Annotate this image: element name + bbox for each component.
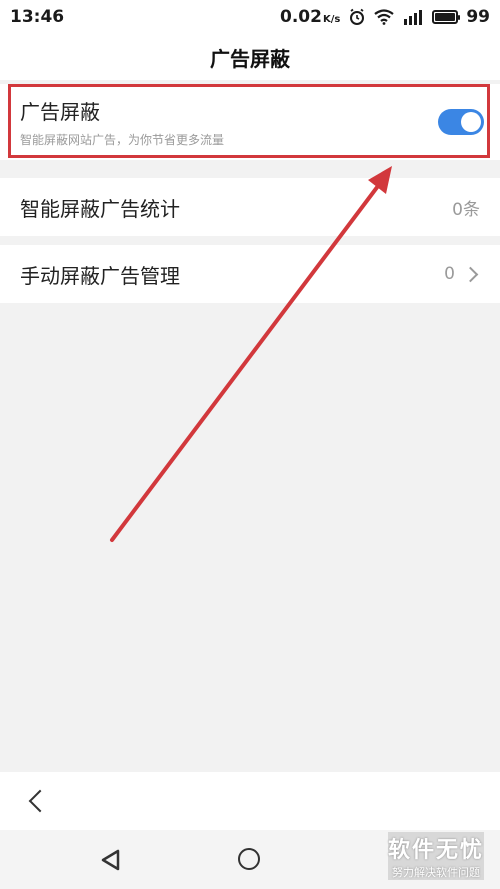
ad-stats-value: 0条 xyxy=(452,199,480,220)
status-time: 13:46 xyxy=(10,7,65,27)
net-speed: 0.02K/s xyxy=(280,7,340,27)
watermark-main: 软件无忧 xyxy=(387,838,484,863)
ad-stats-label: 智能屏蔽广告统计 xyxy=(20,196,180,221)
battery-icon xyxy=(432,10,461,24)
net-speed-unit: K/s xyxy=(322,14,341,25)
signal-icon xyxy=(404,10,423,25)
page-title: 广告屏蔽 xyxy=(0,34,500,80)
battery-percent: 99 xyxy=(466,7,490,27)
battery-fill xyxy=(435,13,456,21)
watermark: 软件无忧 努力解决软件问题 xyxy=(387,832,484,880)
ad-block-texts: 广告屏蔽 智能屏蔽网站广告，为你节省更多流量 xyxy=(20,96,224,148)
ad-block-row[interactable]: 广告屏蔽 智能屏蔽网站广告，为你节省更多流量 xyxy=(0,84,500,160)
list-item-ad-manage[interactable]: 手动屏蔽广告管理 0 xyxy=(0,245,500,303)
arrow-shaft xyxy=(110,184,380,542)
ad-manage-value: 0 xyxy=(444,264,455,284)
status-bar: 13:46 0.02K/s 99 xyxy=(0,0,500,34)
ad-manage-value-wrap: 0 xyxy=(444,264,480,284)
nav-home-icon[interactable] xyxy=(238,848,260,870)
chevron-right-icon xyxy=(462,266,479,282)
wifi-icon xyxy=(374,9,395,25)
ad-block-subtitle: 智能屏蔽网站广告，为你节省更多流量 xyxy=(20,133,225,147)
back-icon[interactable] xyxy=(28,789,52,813)
watermark-sub: 努力解决软件问题 xyxy=(391,866,480,879)
toggle-knob xyxy=(461,112,481,132)
nav-back-icon[interactable] xyxy=(100,849,122,871)
net-speed-value: 0.02 xyxy=(280,7,322,27)
ad-block-title: 广告屏蔽 xyxy=(20,100,100,124)
ad-manage-label: 手动屏蔽广告管理 xyxy=(20,263,180,288)
status-icons: 0.02K/s 99 xyxy=(280,7,490,27)
bottom-toolbar xyxy=(0,772,500,830)
ad-block-toggle[interactable] xyxy=(438,109,484,135)
alarm-icon xyxy=(350,8,365,25)
list-item-ad-stats[interactable]: 智能屏蔽广告统计 0条 xyxy=(0,178,500,236)
